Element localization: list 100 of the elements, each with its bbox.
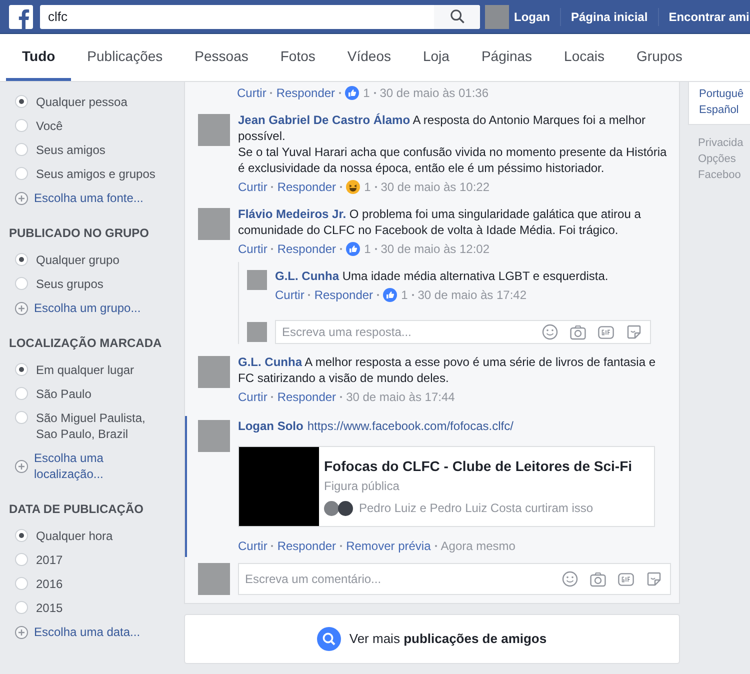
like-icon [345,86,360,100]
search-tab[interactable]: Vídeos [331,35,407,81]
author-link[interactable]: G.L. Cunha [238,355,302,369]
filter-option[interactable]: Qualquer grupo [9,248,180,272]
comment-time: 30 de maio às 12:02 [380,241,490,258]
search-icon [317,627,342,651]
filter-option[interactable]: Qualquer pessoa [9,90,180,114]
comment-action-link[interactable]: Responder [276,84,336,102]
comment-input[interactable]: Escreva uma resposta... [282,323,530,341]
author-link[interactable]: Flávio Medeiros Jr. [238,207,346,221]
preview-title: Fofocas do CLFC - Clube de Leitores de Sci-Fi [324,457,632,476]
author-link[interactable]: G.L. Cunha [275,269,339,283]
filter-option[interactable]: 2015 [9,596,180,620]
avatar-placeholder[interactable] [485,4,509,28]
plus-icon [15,460,28,472]
filter-option[interactable]: Em qualquer lugar [9,358,180,382]
reaction-count: 1 [364,179,371,196]
comment-action-link[interactable]: Responder [277,240,336,258]
see-more-button[interactable]: Ver mais publicações de amigos [184,614,680,664]
filter-option[interactable]: São Paulo [9,382,180,406]
search-tab[interactable]: Páginas [465,35,548,81]
comment-action-link[interactable]: Remover prévia [346,537,431,555]
plus-icon [15,192,28,204]
url-link[interactable]: https://www.facebook.com/fofocas.clfc/ [307,418,514,434]
filter-option[interactable]: Seus grupos [9,272,180,296]
avatar-placeholder [324,500,339,516]
logo-icon[interactable] [9,4,33,28]
reaction-count: 1 [363,85,370,102]
filter-option[interactable]: 2017 [9,548,180,572]
gif-icon[interactable] [598,326,614,338]
search-tab[interactable]: Fotos [264,35,332,81]
reaction-count: 1 [401,287,408,304]
reaction-count: 1 [364,241,371,258]
comment-action-link[interactable]: Curtir [237,84,266,102]
filter-option[interactable]: Você [9,114,180,138]
filter-option[interactable]: São Miguel Paulista, Sao Paulo, Brazil [9,406,180,446]
preview-subtitle: Figura pública [324,478,400,495]
avatar-placeholder [198,420,230,452]
comment-action-link[interactable]: Responder [277,537,336,555]
comment-time: 30 de maio às 17:44 [346,389,455,406]
filter-heading: DATA DE PUBLICAÇÃO [9,501,144,518]
comment-time: 30 de maio às 10:22 [380,179,490,196]
add-filter-link[interactable]: Escolha uma fonte... [9,186,180,210]
search-tab[interactable]: Grupos [620,35,698,81]
like-icon [383,288,398,302]
comment-field[interactable]: Escreva uma resposta... [275,320,651,344]
sticker-icon[interactable] [626,324,642,340]
search-input[interactable]: clfc [40,6,434,26]
filter-heading: PUBLICADO NO GRUPO [9,225,150,242]
search-tab[interactable]: Loja [406,35,466,81]
comment-text: Jean Gabriel De Castro Álamo A resposta do Antonio Marques foi a melhor possível. [238,112,647,144]
search-tab[interactable]: Locais [548,35,621,81]
nav-link[interactable]: Encontrar ami [668,8,750,26]
filter-option[interactable]: 2016 [9,572,180,596]
comment-action-link[interactable]: Curtir [238,537,268,555]
laughing-face-icon [346,180,360,194]
search-tab[interactable]: Pessoas [178,35,264,81]
plus-icon [15,626,28,638]
comment-text: G.L. Cunha A melhor resposta a esse povo é uma série de livros de fantasia e FC satirizando a visão de mundo deles. [238,354,657,386]
comment-field[interactable]: Escreva um comentário... [238,563,671,595]
author-link[interactable]: Jean Gabriel De Castro Álamo [238,113,410,127]
nav-link[interactable]: Página inicial [571,8,648,26]
avatar-placeholder [198,114,230,146]
sticker-icon[interactable] [646,571,662,587]
filter-option[interactable]: Seus amigos [9,138,180,162]
filter-option[interactable]: Seus amigos e grupos [9,162,180,186]
add-filter-link[interactable]: Escolha uma data... [9,620,180,644]
add-filter-link[interactable]: Escolha uma localização... [9,446,180,486]
profile-link[interactable]: Logan [514,8,550,26]
gif-icon[interactable] [618,572,634,586]
like-icon [346,242,360,256]
comment-text: G.L. Cunha Uma idade média alternativa LGBT e esquerdista. [275,268,610,284]
comment-action-link[interactable]: Curtir [275,286,304,304]
comment-action-link[interactable]: Responder [314,286,374,304]
comment-action-link[interactable]: Responder [277,388,336,406]
link-preview-card[interactable]: Fofocas do CLFC - Clube de Leitores de Sci-Fi Figura pública Pedro Luiz e Pedro Luiz Costa curtiram isso [238,446,655,527]
author-link[interactable]: Logan Solo [238,418,304,434]
search-icon[interactable] [450,9,464,24]
comment-action-link[interactable]: Curtir [238,178,268,196]
emoji-icon[interactable] [542,324,558,340]
comment-action-link[interactable]: Curtir [238,240,268,258]
comment-time: 30 de maio às 01:36 [380,85,488,102]
comment-action-link[interactable]: Curtir [238,388,268,406]
search-field[interactable]: clfc [40,4,480,28]
avatar-placeholder [247,270,267,290]
camera-icon[interactable] [570,324,586,340]
language-link[interactable]: Portuguê [699,86,750,102]
comment-text: Se o tal Yuval Harari acha que confusão vivida no momento presente da História é exclusividade da nossa época, então ele é um péssimo historiador. [238,144,668,176]
comment-input[interactable]: Escreva um comentário... [245,570,550,588]
comment-time: Agora mesmo [440,538,516,555]
camera-icon[interactable] [590,572,606,586]
filter-option[interactable]: Qualquer hora [9,524,180,548]
add-filter-link[interactable]: Escolha um grupo... [9,296,180,320]
comment-action-link[interactable]: Responder [277,178,336,196]
comment-time: 30 de maio às 17:42 [418,287,526,304]
emoji-icon[interactable] [562,571,578,587]
language-link[interactable]: Español [699,102,750,118]
search-tab[interactable]: Publicações [71,35,179,81]
avatar-placeholder [198,356,230,388]
search-tab[interactable]: Tudo [6,35,72,81]
